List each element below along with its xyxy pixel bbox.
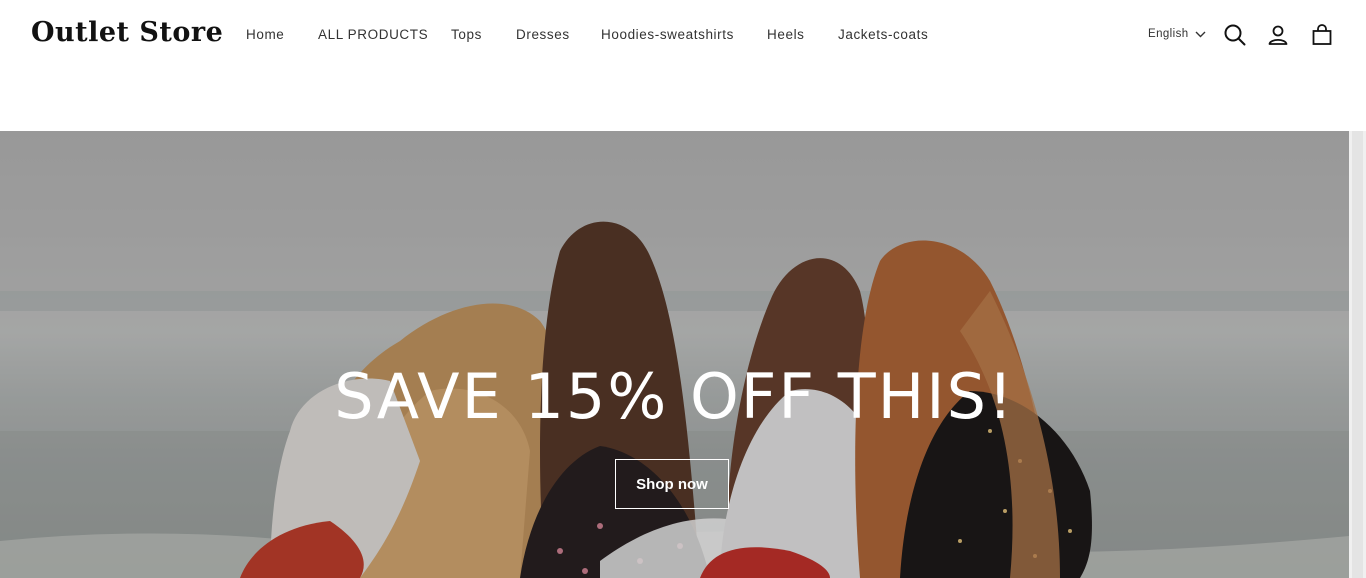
chevron-down-icon: [1195, 31, 1206, 37]
nav-item-dresses[interactable]: Dresses: [516, 27, 570, 42]
search-icon[interactable]: [1223, 23, 1247, 47]
nav-item-jackets-coats[interactable]: Jackets-coats: [838, 27, 928, 42]
language-selector[interactable]: English: [1148, 28, 1206, 40]
hero-overlay: [0, 131, 1349, 578]
nav-item-heels[interactable]: Heels: [767, 27, 805, 42]
account-icon[interactable]: [1266, 23, 1290, 47]
nav-item-hoodies-sweatshirts[interactable]: Hoodies-sweatshirts: [601, 27, 734, 42]
hero-banner: SAVE 15% OFF THIS! Shop now: [0, 131, 1349, 578]
language-label: English: [1148, 28, 1189, 40]
site-header: Outlet Store Home ALL PRODUCTS Tops Dres…: [0, 0, 1366, 131]
shop-now-button[interactable]: Shop now: [615, 459, 729, 509]
nav-item-home[interactable]: Home: [246, 27, 284, 42]
brand-logo[interactable]: Outlet Store: [31, 17, 223, 48]
nav-item-tops[interactable]: Tops: [451, 27, 482, 42]
cart-icon[interactable]: [1310, 23, 1334, 47]
hero-title: SAVE 15% OFF THIS!: [334, 360, 1015, 433]
scrollbar-thumb[interactable]: [1352, 131, 1363, 578]
nav-item-all-products[interactable]: ALL PRODUCTS: [318, 27, 428, 42]
